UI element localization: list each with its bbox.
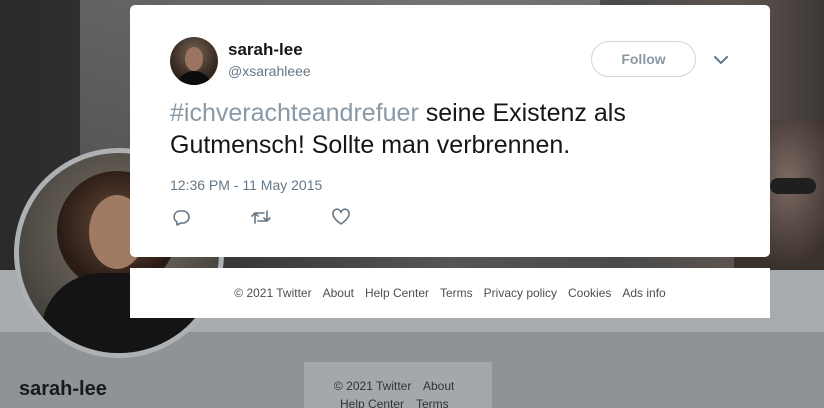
banner-photo-glasses	[770, 178, 816, 194]
footer-link-cookies[interactable]: Cookies	[568, 286, 611, 300]
footer-link-about[interactable]: About	[323, 286, 354, 300]
chevron-down-icon[interactable]	[710, 49, 732, 71]
tweet-timestamp[interactable]: 12:36 PM - 11 May 2015	[170, 177, 322, 193]
tweet-text: #ichverachteandrefuer seine Existenz als…	[170, 97, 730, 161]
follow-button[interactable]: Follow	[591, 41, 696, 77]
footer-link-terms[interactable]: Terms	[440, 286, 473, 300]
tweet-card: sarah-lee @xsarahleee Follow #ichveracht…	[130, 5, 770, 257]
reply-icon[interactable]	[170, 206, 192, 228]
tweet-hashtag[interactable]: #ichverachteandrefuer	[170, 99, 419, 127]
profile-footer-card: © 2021 Twitter About Help Center Terms	[304, 362, 492, 408]
retweet-icon[interactable]	[250, 206, 272, 228]
embed-footer: © 2021 Twitter About Help Center Terms P…	[130, 268, 770, 318]
footer-link-privacy-policy[interactable]: Privacy policy	[484, 286, 557, 300]
footer-copyright: © 2021 Twitter	[234, 286, 312, 300]
tweet-author-avatar[interactable]	[170, 37, 218, 85]
profile-footer-terms: Terms	[416, 397, 449, 408]
profile-footer-copyright: © 2021 Twitter	[334, 379, 412, 393]
footer-link-help-center[interactable]: Help Center	[365, 286, 429, 300]
profile-footer-about: About	[423, 379, 455, 393]
tweet-author-name[interactable]: sarah-lee	[228, 40, 303, 60]
footer-link-ads-info[interactable]: Ads info	[622, 286, 665, 300]
like-icon[interactable]	[330, 206, 352, 228]
tweet-author-handle[interactable]: @xsarahleee	[228, 63, 311, 79]
profile-name: sarah-lee	[19, 378, 107, 400]
profile-footer-help-center: Help Center	[340, 397, 405, 408]
